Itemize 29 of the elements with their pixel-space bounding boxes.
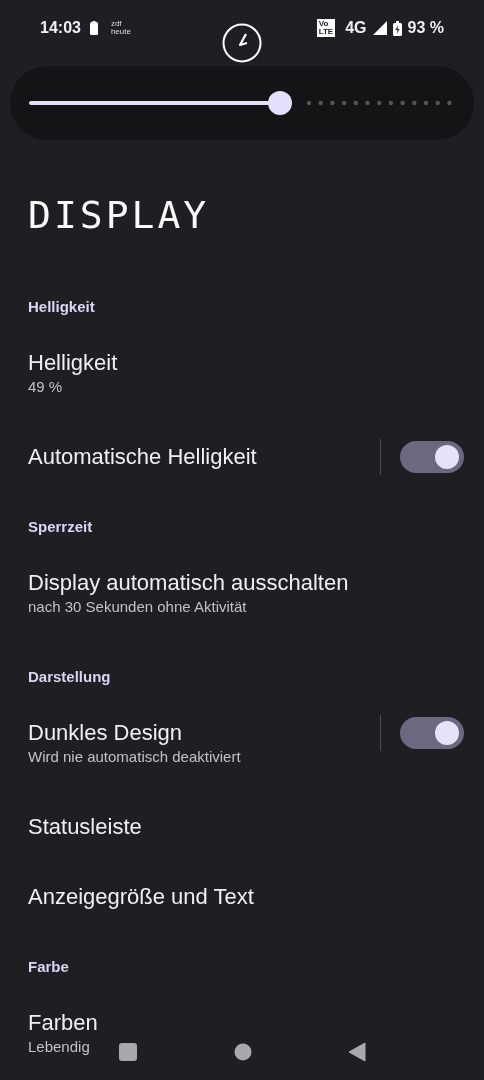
network-type: 4G: [345, 19, 367, 37]
settings-item[interactable]: Farben Lebendig: [0, 1001, 484, 1057]
page-title: DISPLAY: [27, 192, 211, 239]
status-time: 14:03: [40, 19, 81, 37]
settings-item[interactable]: Helligkeit 49 %: [0, 341, 484, 435]
battery-level: 93 %: [407, 19, 444, 37]
settings-item[interactable]: Anzeigegröße und Text: [0, 875, 484, 945]
clock-icon: [222, 23, 262, 63]
recents-icon: [118, 1042, 138, 1062]
back-icon: [348, 1042, 366, 1062]
battery-icon: [89, 21, 98, 35]
signal-icon: [372, 21, 387, 35]
section-header: Farbe: [27, 957, 70, 977]
home-icon: [234, 1043, 252, 1061]
settings-item[interactable]: Dunkles Design Wird nie automatisch deaktiviert: [0, 711, 484, 805]
settings-item[interactable]: Statusleiste: [0, 805, 484, 875]
section-header: Darstellung: [27, 667, 112, 687]
settings-item[interactable]: Automatische Helligkeit: [0, 435, 484, 505]
toggle-switch[interactable]: [400, 717, 464, 749]
toggle-switch[interactable]: [400, 441, 464, 473]
volte-badge: Vo LTE: [316, 19, 336, 37]
slider-thumb[interactable]: [267, 91, 292, 115]
slider-track[interactable]: [29, 91, 454, 115]
settings-item[interactable]: Display automatisch ausschalten nach 30 Sekunden ohne Aktivität: [0, 561, 484, 655]
notification-text: zdf: [110, 20, 123, 28]
battery-charging-icon: [392, 20, 402, 36]
notification-text: heute: [110, 28, 131, 36]
section-header: Sperrzeit: [27, 517, 94, 537]
section-header: Helligkeit: [27, 297, 96, 317]
